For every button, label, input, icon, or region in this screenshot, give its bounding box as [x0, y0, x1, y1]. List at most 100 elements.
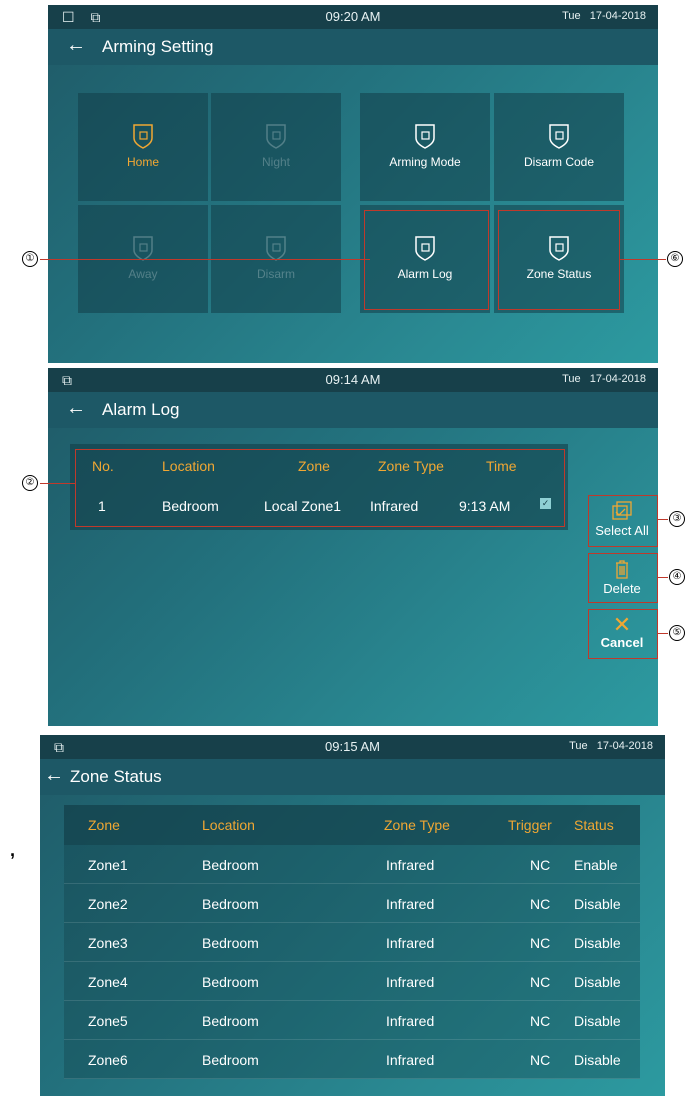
cell-zone-type: Infrared — [386, 1013, 435, 1029]
tile-home[interactable]: Home — [78, 93, 208, 201]
cancel-highlight — [588, 609, 658, 659]
callout-1: ① — [22, 251, 38, 267]
page-title: Arming Setting — [102, 37, 214, 56]
status-date: Tue 17-04-2018 — [569, 740, 653, 752]
tile-label: Arming Mode — [389, 155, 461, 169]
col-zone-type: Zone Type — [384, 817, 450, 833]
status-bar: ☐ ⧉ 09:20 AM Tue 17-04-2018 — [48, 5, 658, 29]
cell-zone-type: Infrared — [386, 1052, 435, 1068]
status-bar: ⧉ 09:15 AM Tue 17-04-2018 — [40, 735, 665, 759]
tile-label: Home — [126, 155, 159, 169]
status-icons: ⧉ — [54, 739, 70, 755]
cell-zone: Zone4 — [88, 974, 128, 990]
cell-location: Bedroom — [202, 857, 259, 873]
table-row: Zone6 Bedroom Infrared NC Disable — [64, 1040, 640, 1079]
back-arrow-icon[interactable]: ← — [44, 764, 64, 787]
cell-status: Disable — [574, 1052, 621, 1068]
shield-grid-icon — [415, 124, 435, 149]
col-trigger: Trigger — [508, 817, 552, 833]
tile-label: Disarm Code — [523, 155, 595, 169]
status-date: Tue 17-04-2018 — [562, 10, 646, 22]
tile-arming-mode[interactable]: Arming Mode — [360, 93, 490, 201]
select-all-highlight — [588, 495, 658, 547]
cell-zone-type: Infrared — [386, 857, 435, 873]
title-bar: ← Alarm Log — [48, 392, 658, 428]
tile-label: Night — [261, 155, 290, 169]
cell-location: Bedroom — [202, 896, 259, 912]
shield-home-icon — [133, 124, 153, 149]
title-bar: ← Zone Status — [40, 759, 665, 795]
shield-away-icon — [133, 236, 153, 261]
cell-location: Bedroom — [202, 1052, 259, 1068]
status-time: 09:15 AM — [325, 739, 380, 754]
callout-line-3 — [658, 519, 668, 520]
col-zone: Zone — [88, 817, 120, 833]
cell-zone-type: Infrared — [386, 896, 435, 912]
table-row: Zone1 Bedroom Infrared NC Enable — [64, 845, 640, 884]
cell-zone: Zone1 — [88, 857, 128, 873]
back-arrow-icon[interactable]: ← — [66, 34, 86, 57]
status-bar: ⧉ 09:14 AM Tue 17-04-2018 — [48, 368, 658, 392]
col-location: Location — [202, 817, 255, 833]
callout-4: ④ — [669, 569, 685, 585]
callout-3: ③ — [669, 511, 685, 527]
cell-zone: Zone3 — [88, 935, 128, 951]
cell-location: Bedroom — [202, 974, 259, 990]
tile-label: Disarm — [257, 267, 295, 281]
table-row: Zone2 Bedroom Infrared NC Disable — [64, 884, 640, 923]
alarm-log-screen: ⧉ 09:14 AM Tue 17-04-2018 ← Alarm Log No… — [48, 368, 658, 726]
status-time: 09:20 AM — [325, 9, 381, 24]
tile-night[interactable]: Night — [211, 93, 341, 201]
cell-location: Bedroom — [202, 1013, 259, 1029]
callout-line-4 — [658, 577, 668, 578]
status-icons: ☐ ⧉ — [62, 9, 107, 25]
cell-trigger: NC — [530, 935, 551, 951]
shield-night-icon — [266, 124, 286, 149]
zone-status-table: Zone Location Zone Type Trigger Status Z… — [64, 805, 640, 1079]
table-header: Zone Location Zone Type Trigger Status — [64, 805, 640, 845]
zone-status-screen: ⧉ 09:15 AM Tue 17-04-2018 ← Zone Status … — [40, 735, 665, 1096]
cell-status: Disable — [574, 1013, 621, 1029]
callout-line-5 — [658, 633, 668, 634]
cell-trigger: NC — [530, 896, 551, 912]
cell-zone: Zone5 — [88, 1013, 128, 1029]
status-date: Tue 17-04-2018 — [562, 373, 646, 385]
cell-zone: Zone2 — [88, 896, 128, 912]
title-bar: ← Arming Setting — [48, 29, 658, 65]
cell-status: Disable — [574, 896, 621, 912]
callout-2: ② — [22, 475, 38, 491]
back-arrow-icon[interactable]: ← — [66, 397, 86, 420]
status-icons: ⧉ — [62, 372, 78, 388]
table-row: Zone3 Bedroom Infrared NC Disable — [64, 923, 640, 962]
log-table-highlight — [75, 449, 565, 527]
cell-trigger: NC — [530, 1013, 551, 1029]
cell-trigger: NC — [530, 974, 551, 990]
callout-5: ⑤ — [669, 625, 685, 641]
cell-status: Disable — [574, 935, 621, 951]
status-time: 09:14 AM — [325, 372, 381, 387]
tile-disarm-code[interactable]: Disarm Code — [494, 93, 624, 201]
callout-line-2 — [40, 483, 76, 484]
delete-highlight — [588, 553, 658, 603]
table-row: Zone5 Bedroom Infrared NC Disable — [64, 1001, 640, 1040]
callout-6: ⑥ — [667, 251, 683, 267]
cell-zone-type: Infrared — [386, 935, 435, 951]
alarm-log-highlight — [364, 210, 489, 310]
cell-zone-type: Infrared — [386, 974, 435, 990]
page-title: Alarm Log — [102, 400, 180, 419]
shield-x-icon — [266, 236, 286, 261]
page-title: Zone Status — [70, 767, 162, 786]
cell-location: Bedroom — [202, 935, 259, 951]
shield-code-icon — [549, 124, 569, 149]
cell-status: Enable — [574, 857, 618, 873]
callout-line-6 — [620, 259, 666, 260]
cell-trigger: NC — [530, 1052, 551, 1068]
cell-zone: Zone6 — [88, 1052, 128, 1068]
col-status: Status — [574, 817, 614, 833]
cell-status: Disable — [574, 974, 621, 990]
cell-trigger: NC — [530, 857, 551, 873]
tile-label: Away — [128, 267, 158, 281]
zone-status-highlight — [498, 210, 620, 310]
table-row: Zone4 Bedroom Infrared NC Disable — [64, 962, 640, 1001]
stray-mark: , — [10, 840, 16, 860]
